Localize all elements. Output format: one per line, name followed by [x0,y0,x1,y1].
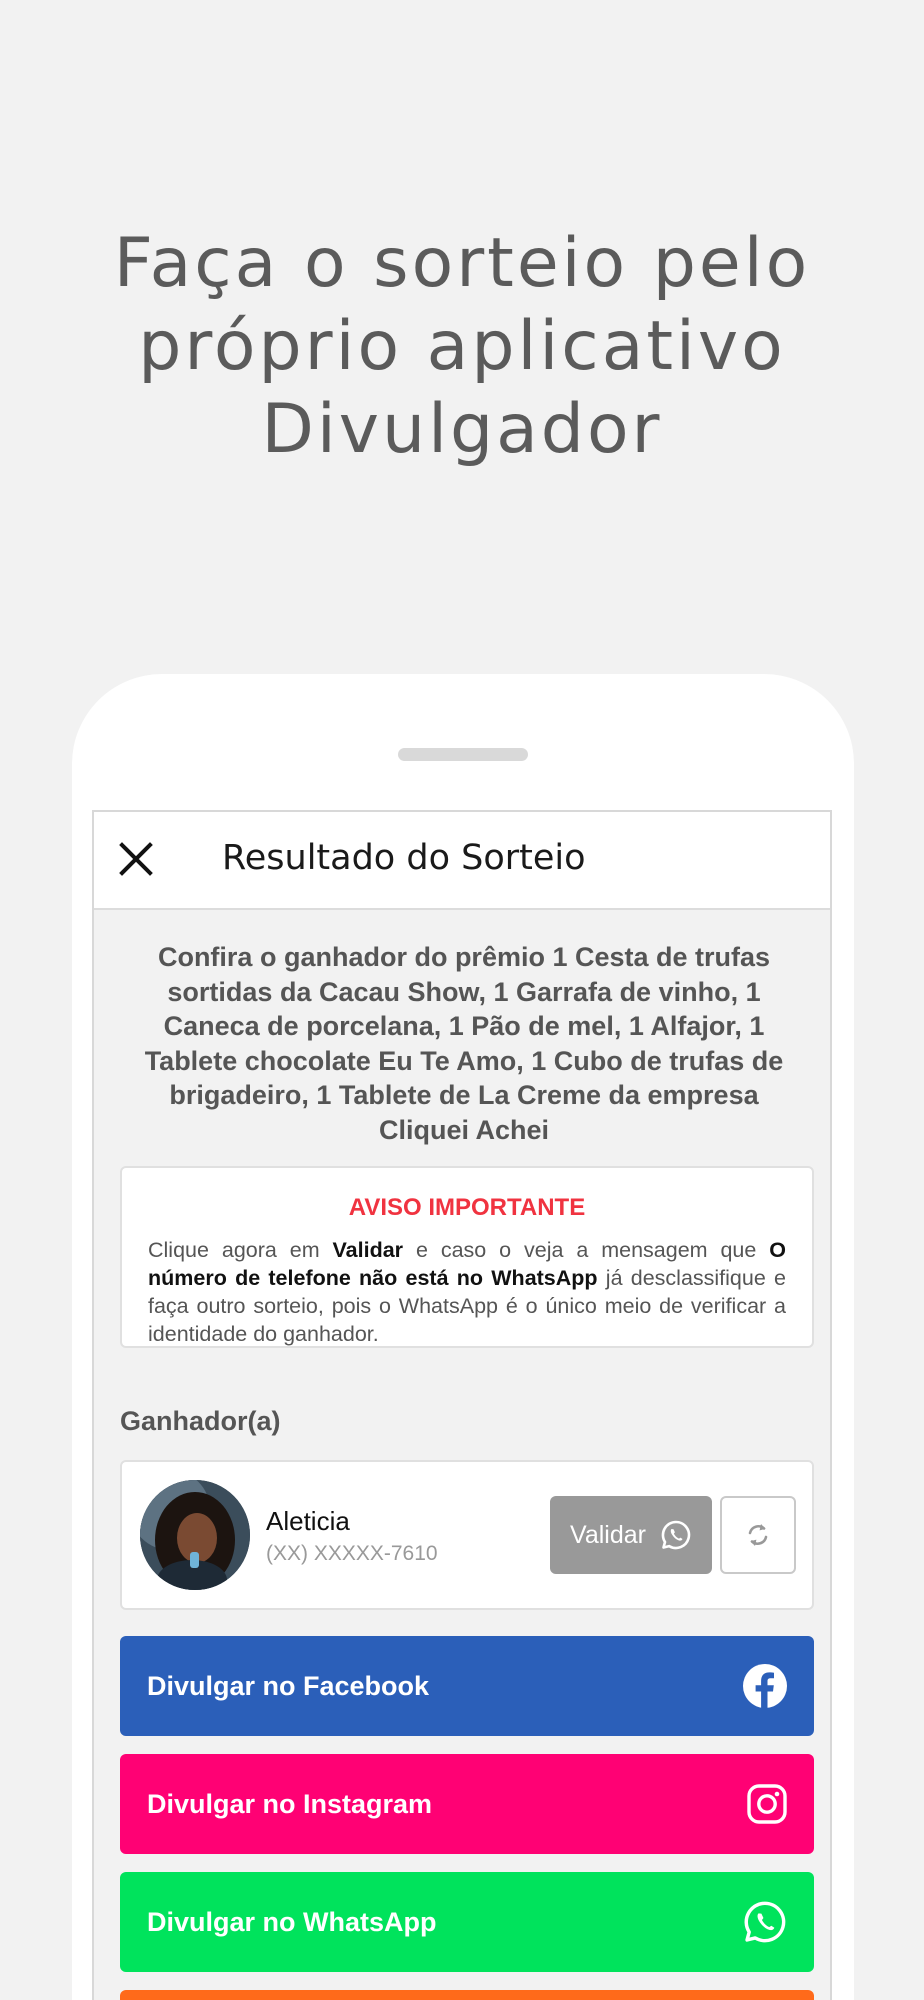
share-whatsapp-button[interactable]: Divulgar no WhatsApp [120,1872,814,1972]
app-bar: Resultado do Sorteio [94,812,830,910]
headline: Faça o sorteio pelo próprio aplicativo D… [0,222,924,471]
winner-phone: (XX) XXXXX-7610 [266,1542,438,1565]
notice-text-2: e caso o veja a mensagem que [403,1238,770,1262]
headline-line-1: Faça o sorteio pelo [113,224,811,303]
avatar [140,1480,250,1590]
headline-line-2: próprio aplicativo [138,307,786,386]
validate-button[interactable]: Validar [550,1496,712,1574]
notice-text-1: Clique agora em [148,1238,333,1262]
prize-description: Confira o ganhador do prêmio 1 Cesta de … [144,942,784,1145]
share-more-button[interactable] [120,1990,814,2000]
refresh-icon [748,1524,768,1546]
validate-label: Validar [570,1520,646,1549]
page-title: Resultado do Sorteio [222,838,586,878]
winner-name: Aleticia [266,1506,350,1536]
close-icon[interactable] [116,839,156,879]
winner-card: Aleticia (XX) XXXXX-7610 Validar [120,1460,814,1610]
whatsapp-icon [661,1520,691,1550]
facebook-icon [743,1664,787,1708]
whatsapp-icon [744,1901,786,1943]
headline-line-3: Divulgador [261,390,663,469]
refresh-button[interactable] [720,1496,796,1574]
winner-label: Ganhador(a) [120,1406,281,1436]
notice-title: AVISO IMPORTANTE [348,1194,586,1221]
share-facebook-label: Divulgar no Facebook [147,1670,430,1701]
notice-body: Clique agora em Validar e caso o veja a … [148,1236,786,1348]
phone-notch [398,748,528,761]
app-screen: Resultado do Sorteio Confira o ganhador … [92,810,832,2000]
share-instagram-label: Divulgar no Instagram [147,1788,433,1819]
important-notice: AVISO IMPORTANTE Clique agora em Validar… [120,1166,814,1348]
share-instagram-button[interactable]: Divulgar no Instagram [120,1754,814,1854]
instagram-icon [747,1784,787,1824]
share-whatsapp-label: Divulgar no WhatsApp [147,1906,437,1937]
share-facebook-button[interactable]: Divulgar no Facebook [120,1636,814,1736]
notice-bold-validar: Validar [332,1238,404,1262]
